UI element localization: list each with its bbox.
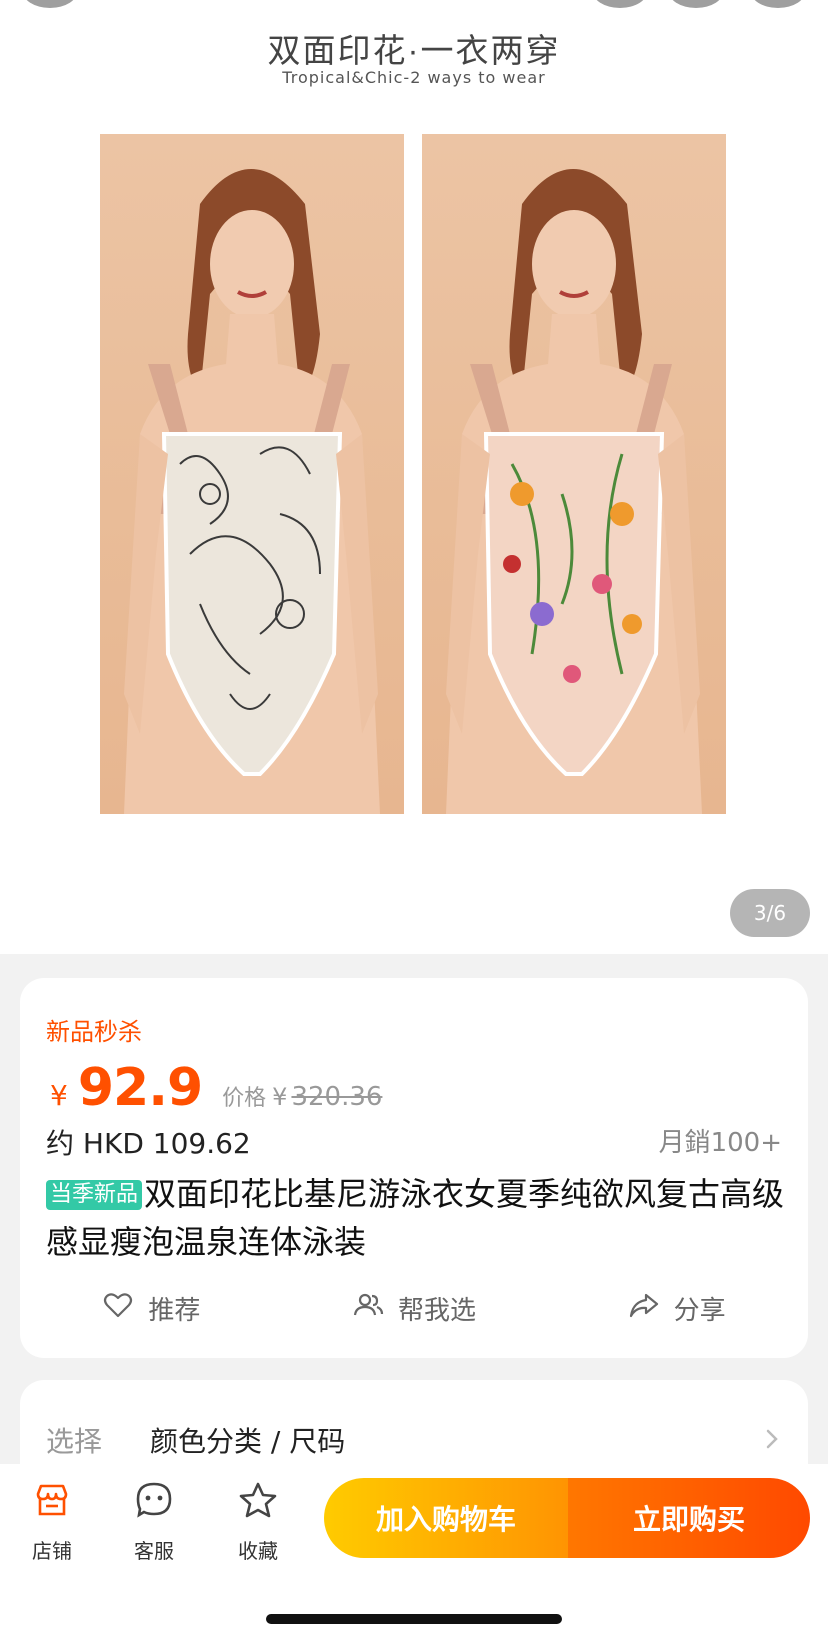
share-label: 分享 xyxy=(673,1295,726,1326)
product-title: 当季新品 双面印花比基尼游泳衣女夏季纯欲风复古高级感显瘦泡温泉连体泳装 xyxy=(46,1170,786,1266)
add-to-cart-button[interactable]: 加入购物车 xyxy=(324,1478,568,1558)
current-price: 92.9 xyxy=(77,1058,203,1118)
recommend-label: 推荐 xyxy=(148,1295,201,1326)
original-price-currency: ¥ xyxy=(272,1083,288,1111)
store-label: 店铺 xyxy=(32,1539,72,1563)
buy-now-button[interactable]: 立即购买 xyxy=(568,1478,810,1558)
action-row: 推荐 帮我选 分享 xyxy=(20,1278,808,1338)
product-photo-monochrome xyxy=(100,134,404,814)
star-icon xyxy=(238,1480,278,1535)
favorite-tab[interactable]: 收藏 xyxy=(218,1480,298,1564)
hkd-price: 约 HKD 109.62 xyxy=(46,1127,251,1160)
share-icon xyxy=(628,1289,660,1328)
product-title-text: 双面印花比基尼游泳衣女夏季纯欲风复古高级感显瘦泡温泉连体泳装 xyxy=(46,1175,785,1261)
flash-sale-tag: 新品秒杀 xyxy=(46,1018,142,1046)
chat-icon xyxy=(134,1480,174,1535)
store-icon xyxy=(32,1480,72,1535)
share-button[interactable]: 分享 xyxy=(545,1278,808,1338)
image-page-indicator: 3/6 xyxy=(730,889,810,937)
product-photo-colorful xyxy=(422,134,726,814)
product-detail-page: 双面印花·一衣两穿 Tropical&Chic-2 ways to wear 3… xyxy=(0,0,828,1641)
customer-service-label: 客服 xyxy=(134,1539,174,1563)
hero-heading: 双面印花·一衣两穿 xyxy=(267,32,561,69)
home-indicator[interactable] xyxy=(266,1614,562,1624)
product-image-carousel[interactable]: 双面印花·一衣两穿 Tropical&Chic-2 ways to wear 3… xyxy=(0,0,828,954)
chevron-right-icon xyxy=(760,1424,784,1454)
new-season-badge: 当季新品 xyxy=(46,1180,143,1210)
select-value[interactable]: 颜色分类 / 尺码 xyxy=(150,1420,345,1460)
favorite-label: 收藏 xyxy=(238,1539,278,1563)
store-tab[interactable]: 店铺 xyxy=(12,1480,92,1564)
customer-service-tab[interactable]: 客服 xyxy=(114,1480,194,1564)
people-icon xyxy=(352,1289,384,1328)
heart-icon xyxy=(102,1289,134,1328)
original-price: 320.36 xyxy=(291,1082,383,1112)
help-me-choose-label: 帮我选 xyxy=(398,1295,477,1326)
recommend-button[interactable]: 推荐 xyxy=(20,1278,283,1338)
original-price-label: 价格 xyxy=(222,1086,267,1111)
price-currency: ¥ xyxy=(50,1079,68,1112)
monthly-sales: 月銷100+ xyxy=(658,1128,782,1158)
help-me-choose-button[interactable]: 帮我选 xyxy=(283,1278,546,1338)
hero-subheading: Tropical&Chic-2 ways to wear xyxy=(282,68,546,87)
price-row: ¥ 92.9 价格 ¥ 320.36 xyxy=(50,1058,382,1128)
select-label: 选择 xyxy=(46,1425,103,1458)
